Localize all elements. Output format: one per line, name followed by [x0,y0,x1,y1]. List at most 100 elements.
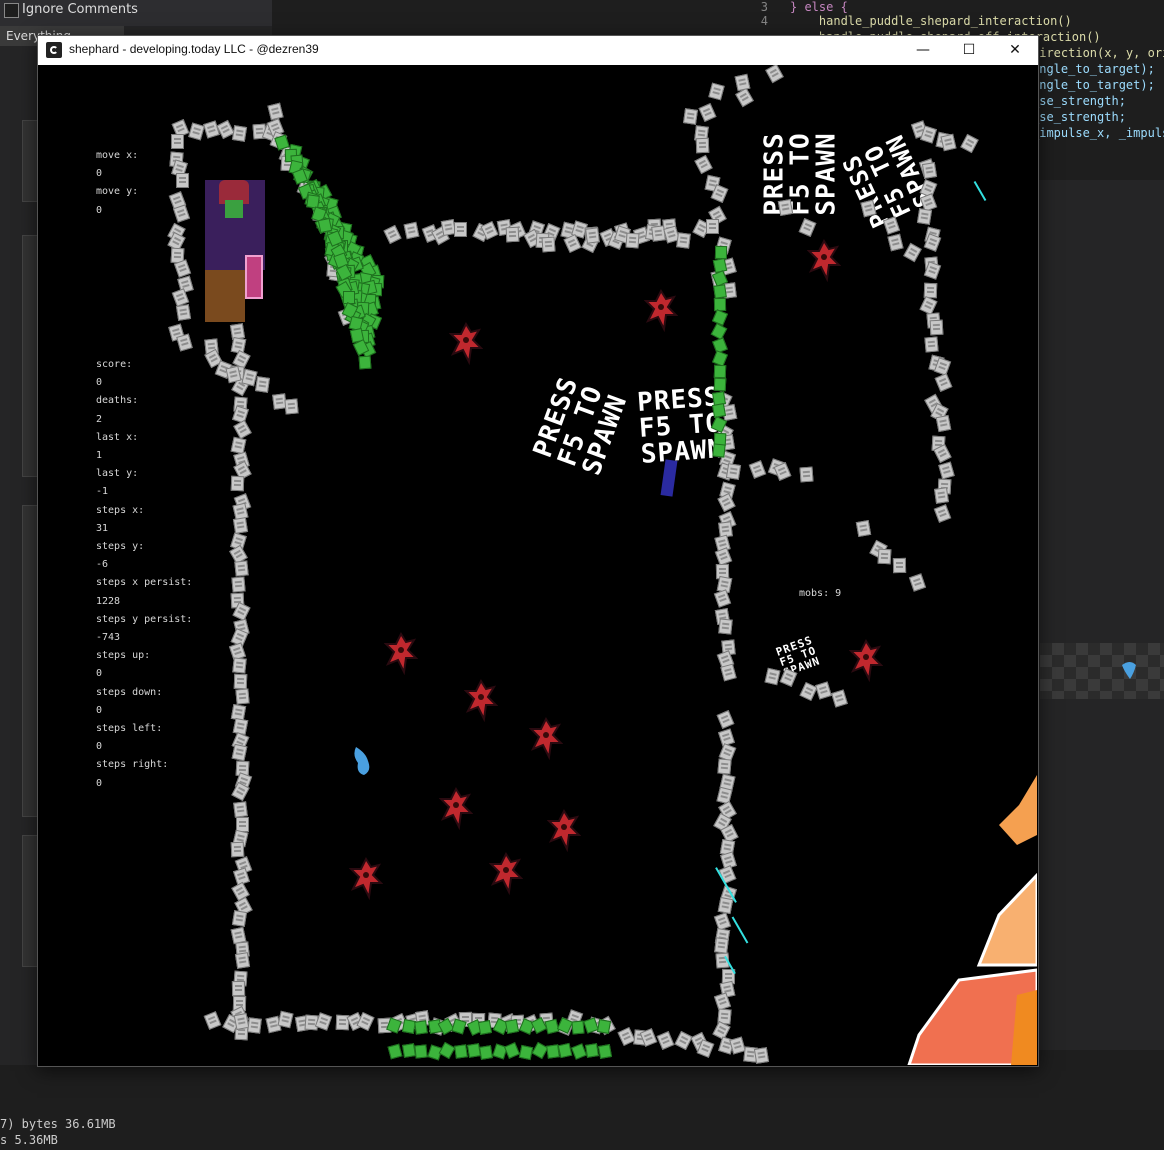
memory-status: 7) bytes 36.61MB [0,1117,116,1131]
wall-tile [240,368,258,387]
close-button[interactable]: ✕ [992,36,1038,65]
glitch-line [731,916,749,944]
wall-tile [934,487,949,504]
hud-label: deaths: [96,395,139,407]
hud-value: 0 [96,204,103,216]
app-logo-icon [46,42,62,58]
hud-label: steps y: [96,541,145,553]
code-line: _se_strength; [1032,110,1126,124]
ignore-comments-checkbox[interactable] [4,3,19,18]
hud-label: steps up: [96,650,151,662]
mob-creature-icon [849,638,883,683]
hud-value: 0 [96,377,103,389]
wall-tile [903,242,922,262]
hud-value: 0 [96,168,103,180]
grass-tile [584,1043,599,1059]
wall-tile [893,558,907,574]
hud-label: move x: [96,150,139,161]
wall-tile [932,444,952,464]
minimize-button[interactable]: — [900,36,946,65]
ide-filter-bar: Ignore Comments [0,0,272,26]
grass-tile [712,443,726,458]
wall-tile [748,459,767,479]
mob-creature-icon [807,238,841,283]
wall-tile [773,462,792,481]
hud-value: 0 [96,777,103,789]
wall-tile [284,398,299,415]
wall-tile [231,475,245,492]
wall-tile [585,226,600,244]
wall-tile [175,303,191,321]
window-titlebar[interactable]: shephard - developing.today LLC - @dezre… [38,36,1038,65]
wall-tile [277,1010,294,1029]
game-window[interactable]: shephard - developing.today LLC - @dezre… [37,35,1039,1067]
grass-tile [413,1020,428,1036]
wall-tile [694,154,714,175]
hud-value: 1 [96,450,103,462]
mob-creature-icon [644,288,678,333]
hud-label: steps left: [96,723,163,735]
wall-tile [921,162,937,180]
wall-tile [916,207,932,225]
hud-label: score: [96,359,133,370]
wall-tile [232,743,248,762]
wall-tile [233,674,247,690]
wall-tile [877,548,892,565]
grass-tile [358,355,372,370]
wall-tile [933,504,952,524]
spawn-prompt: PRESS F5 TO SPAWN [759,132,842,216]
ide-right-dock [1037,180,1164,1050]
wall-tile [674,1030,694,1051]
hud-move: move x: 0 move y: 0 [96,147,138,220]
lava-hazard [907,775,1037,1065]
hud-label: steps y persist: [96,613,193,625]
hud-label: steps right: [96,759,169,771]
mob-creature-icon [547,808,581,853]
line-number: 4 [760,14,768,28]
sprite-preview [1040,643,1164,699]
mob-creature-icon [349,856,383,901]
hud-label: last x: [96,431,139,443]
grass-tile [478,1020,493,1036]
maximize-button[interactable]: ☐ [946,36,992,65]
grass-tile [478,1044,493,1060]
wall-tile [233,559,249,577]
wall-tile [708,82,726,101]
hud-value: 1228 [96,595,121,607]
wall-tile [266,103,284,121]
hud-value: 31 [96,522,109,534]
wall-tile [383,224,402,244]
mob-creature-icon [464,678,498,723]
grass-tile [713,364,726,378]
mob-creature-icon [449,321,483,366]
wall-tile [175,173,189,189]
wall-tile [935,415,952,433]
grass-tile [596,1019,611,1034]
grass-tile [504,1018,519,1034]
wall-tile [754,1046,770,1064]
code-line: handle_puddle_shepard_interaction() [790,14,1072,28]
wall-tile [924,336,940,353]
wall-tile [924,261,942,280]
wall-tile [779,668,798,688]
grass-tile [503,1042,521,1059]
hud-value: -6 [96,559,109,571]
grass-tile [387,1044,403,1060]
wall-tile [695,137,709,153]
mob-creature-icon [439,786,473,831]
wall-tile [676,232,692,250]
hud-value: 2 [96,413,103,425]
wall-tile [225,365,242,384]
wall-tile [232,910,248,928]
wall-tile [929,319,944,336]
wall-tile [714,546,733,566]
wall-tile [453,221,467,237]
spawn-prompt: PRESS F5 TO SPAWN [774,633,822,680]
ide-status-area: 7) bytes 36.61MB s 5.36MB [0,1065,1164,1150]
ignore-comments-label: Ignore Comments [22,2,138,17]
wall-tile [176,333,193,352]
wall-tile [908,573,926,592]
hud-value: 0 [96,668,103,680]
wall-tile [940,133,957,152]
game-viewport[interactable]: move x: 0 move y: 0 score: 0 deaths: 2 last … [39,65,1037,1065]
